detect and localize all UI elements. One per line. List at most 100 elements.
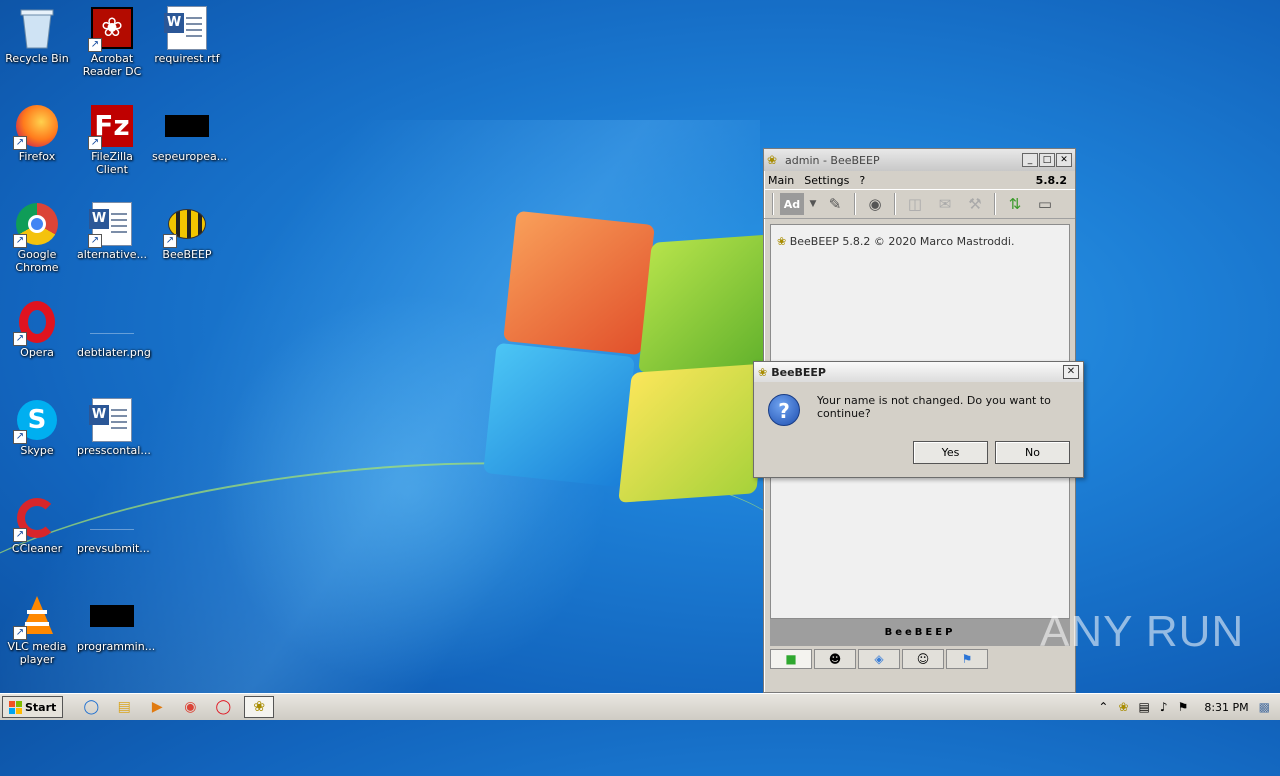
confirm-dialog[interactable]: ❀ BeeBEEP ✕ ? Your name is not changed. … [753,361,1084,478]
bee-icon: ❀ [767,153,778,167]
opera-icon: ↗ [13,300,59,346]
menu-settings[interactable]: Settings [804,174,849,187]
tab-chat[interactable]: ■ [770,649,812,669]
desktop-icon-firefox[interactable]: ↗ Firefox [0,98,74,163]
show-desktop-icon[interactable]: ▩ [1259,700,1270,714]
action-center-flag-icon[interactable]: ⚑ [1178,700,1189,714]
dialog-titlebar[interactable]: ❀ BeeBEEP ✕ [754,362,1083,382]
bottom-tabs: ■ ☻ ◈ ☺ ⚑ [770,649,988,669]
edit-profile-icon[interactable]: ✎ [822,192,848,216]
transfer-icon[interactable]: ⇅ [1002,192,1028,216]
menu-main[interactable]: Main [768,174,794,187]
chevron-down-icon[interactable]: ▼ [808,192,818,216]
message-icon[interactable]: ✉ [932,192,958,216]
dialog-close-button[interactable]: ✕ [1063,365,1079,379]
blank-file-icon [90,496,134,540]
close-button[interactable]: ✕ [1056,153,1072,167]
desktop-icon-presscontal[interactable]: W presscontal... [75,392,151,457]
shortcut-arrow-icon: ↗ [13,528,27,542]
network-tray-icon[interactable]: ▤ [1139,700,1150,714]
shortcut-arrow-icon: ↗ [13,332,27,346]
tab-chats[interactable]: ◈ [858,649,900,669]
desktop-icon-recycle-bin[interactable]: Recycle Bin [0,0,74,65]
no-button[interactable]: No [995,441,1070,464]
acrobat-icon: ❀ ↗ [88,6,134,52]
volume-icon[interactable]: ♪ [1160,700,1168,714]
vlc-icon: ↗ [13,594,59,640]
anyrun-watermark: ANY RUN [1040,607,1245,656]
chrome-icon: ↗ [13,202,59,248]
menubar: Main Settings ? 5.8.2 [764,171,1075,189]
logo-red-pane [503,210,655,356]
firefox-icon: ↗ [13,104,59,150]
shortcut-arrow-icon: ↗ [13,234,27,248]
logo-blue-pane [483,342,635,488]
ie-icon[interactable]: ◯ [79,696,103,718]
desktop-icon-sepeuropea[interactable]: sepeuropea... [150,98,227,163]
logo-yellow-pane [618,363,770,503]
groups-icon: ☺ [916,652,930,666]
tools-icon[interactable]: ⚒ [962,192,988,216]
bee-icon: ❀ [758,365,768,379]
ccleaner-icon: ↗ [13,496,59,542]
clock[interactable]: 8:31 PM [1204,701,1248,714]
desktop-icon-vlc[interactable]: ↗ VLC media player [0,588,74,666]
toolbar: Ad ▼ ✎ ◉ ◫ ✉ ⚒ ⇅ ▭ [764,189,1075,219]
word-doc-icon: W ↗ [88,202,134,248]
media-player-icon[interactable]: ▶ [145,696,169,718]
dialog-message: Your name is not changed. Do you want to… [817,394,1051,420]
bee-icon: ❀ [777,235,787,248]
desktop-icon-filezilla[interactable]: Fz ↗ FileZilla Client [75,98,149,176]
skype-icon: S ↗ [13,398,59,444]
tab-users[interactable]: ☻ [814,649,856,669]
start-button[interactable]: Start [2,696,64,718]
desktop-icon-requirest[interactable]: W requirest.rtf [150,0,224,65]
desktop-icon-opera[interactable]: ↗ Opera [0,294,74,359]
status-button[interactable]: Ad [780,193,804,215]
desktop-icon-skype[interactable]: S ↗ Skype [0,392,74,457]
chats-icon: ◈ [874,652,884,666]
dialog-title: BeeBEEP [771,365,826,379]
file-icon[interactable]: ◫ [902,192,928,216]
black-file-icon [90,594,134,638]
bee-tray-icon[interactable]: ❀ [1118,700,1128,714]
toolbar-separator [772,193,774,215]
folder-icon[interactable]: ▤ [112,696,136,718]
image-file-icon [90,300,134,344]
menu-help[interactable]: ? [859,174,865,187]
opera-taskbar-icon[interactable]: ◯ [211,696,235,718]
yes-button[interactable]: Yes [913,441,988,464]
shortcut-arrow-icon: ↗ [13,626,27,640]
desktop-icon-ccleaner[interactable]: ↗ CCleaner [0,490,74,555]
shortcut-arrow-icon: ↗ [88,38,102,52]
maximize-button[interactable]: □ [1039,153,1055,167]
taskbar: Start ◯ ▤ ▶ ◉ ◯ ❀ ⌃ ❀ ▤ ♪ ⚑ 8:31 PM ▩ [0,693,1280,720]
recycle-bin-icon [15,6,59,50]
chrome-taskbar-icon[interactable]: ◉ [178,696,202,718]
desktop-icon-prevsubmit[interactable]: prevsubmit... [75,490,150,555]
users-icon: ☻ [828,652,842,666]
desktop-icon-programmin[interactable]: programmin... [75,588,155,653]
clear-icon[interactable]: ▭ [1032,192,1058,216]
chat-welcome-line: ❀ BeeBEEP 5.8.2 © 2020 Marco Mastroddi. [777,235,1015,248]
network-icon[interactable]: ◉ [862,192,888,216]
shortcut-arrow-icon: ↗ [163,234,177,248]
minimize-button[interactable]: _ [1022,153,1038,167]
desktop-icon-beebeep[interactable]: ↗ BeeBEEP [150,196,224,261]
tab-files[interactable]: ⚑ [946,649,988,669]
desktop-icon-alternative[interactable]: W ↗ alternative... [75,196,149,261]
system-tray: ⌃ ❀ ▤ ♪ ⚑ 8:31 PM ▩ [1098,700,1280,714]
desktop-icon-debtlater[interactable]: debtlater.png [75,294,151,359]
desktop-icon-chrome[interactable]: ↗ Google Chrome [0,196,74,274]
question-icon: ? [768,394,800,426]
beebeep-taskbar-button[interactable]: ❀ [244,696,275,718]
chevron-up-icon[interactable]: ⌃ [1098,700,1108,714]
windows-logo [480,210,790,508]
toolbar-separator [894,193,896,215]
window-title: admin - BeeBEEP [785,153,880,167]
desktop-icon-acrobat[interactable]: ❀ ↗ Acrobat Reader DC [75,0,149,78]
tab-groups[interactable]: ☺ [902,649,944,669]
beebeep-titlebar[interactable]: ❀ admin - BeeBEEP _ □ ✕ [764,149,1075,171]
beebeep-banner: BeeBEEP [770,619,1070,646]
version-label: 5.8.2 [1035,173,1067,187]
